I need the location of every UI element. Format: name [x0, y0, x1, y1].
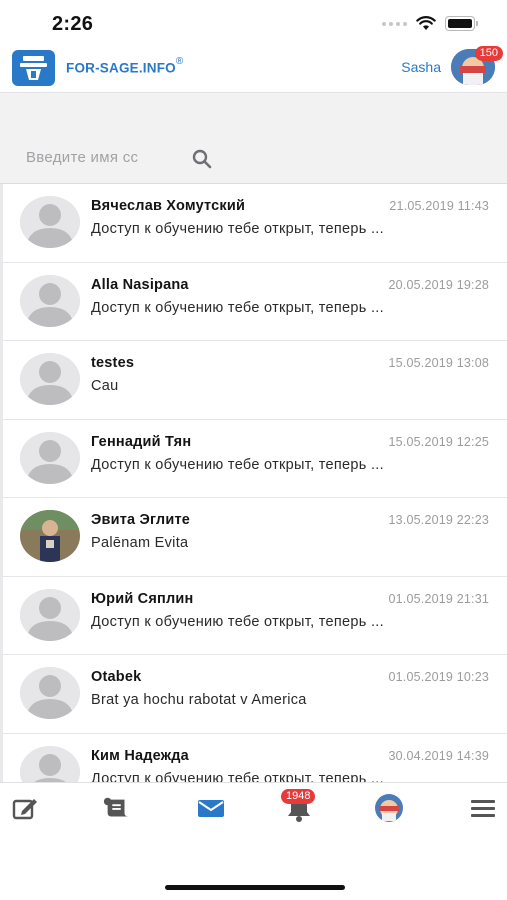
contact-avatar[interactable] — [20, 274, 80, 327]
tab-feed[interactable] — [102, 793, 132, 823]
tab-messages[interactable] — [196, 793, 226, 823]
conversation-row[interactable]: Вячеслав Хомутский 21.05.2019 11:43 Доступ… — [3, 184, 507, 263]
contact-avatar[interactable] — [20, 510, 80, 562]
message-date: 30.04.2019 14:39 — [388, 748, 489, 763]
contact-avatar[interactable] — [20, 667, 80, 719]
notifications-badge: 1948 — [281, 789, 316, 804]
tab-menu[interactable] — [468, 793, 498, 823]
status-indicators — [382, 16, 478, 31]
scroll-icon — [103, 797, 129, 817]
status-time: 2:26 — [52, 13, 94, 35]
conversation-row[interactable]: Ким Надежда 30.04.2019 14:39 Доступ к обуч… — [3, 733, 507, 783]
logo-emblem-icon — [20, 56, 47, 80]
brand-name[interactable]: FOR-SAGE.INFO® — [66, 56, 184, 76]
contact-name: Вячеслав Хомутский — [91, 198, 246, 214]
registered-mark: ® — [175, 56, 184, 67]
contact-avatar[interactable] — [20, 745, 80, 782]
profile-avatar — [375, 794, 403, 822]
search-input[interactable]: Введите имя сс — [26, 149, 138, 166]
message-preview: Brat ya hochu rabotat v America — [91, 692, 307, 708]
search-bar[interactable]: Введите имя сс — [0, 92, 507, 184]
app-logo[interactable] — [12, 50, 55, 86]
contact-name: Геннадий Тян — [91, 433, 192, 450]
message-preview: Cau — [91, 378, 119, 394]
contact-avatar[interactable] — [20, 588, 80, 641]
battery-icon — [445, 16, 478, 31]
message-preview: Доступ к обучению тебе открыт, теперь ..… — [91, 221, 384, 237]
message-date: 21.05.2019 11:43 — [389, 199, 489, 213]
bottom-tab-bar: 1948 — [0, 782, 507, 834]
tab-profile[interactable] — [374, 793, 404, 823]
contact-avatar[interactable] — [20, 431, 80, 484]
search-icon[interactable] — [192, 149, 212, 169]
tab-edit[interactable] — [11, 793, 41, 823]
conversation-row[interactable]: Эвита Эглите 13.05.2019 22:23 Palēnam Evit… — [3, 498, 507, 577]
message-date: 13.05.2019 22:23 — [388, 513, 489, 527]
contact-name: testes — [91, 355, 135, 371]
menu-icon — [471, 800, 495, 817]
contact-name: Юрий Сяплин — [91, 590, 194, 607]
message-preview: Доступ к обучению тебе открыт, теперь ..… — [91, 299, 384, 316]
signal-icon — [382, 21, 407, 26]
contact-name: Alla Nasipana — [91, 276, 189, 293]
app-header: FOR-SAGE.INFO® Sasha 150 — [0, 46, 507, 90]
message-date: 15.05.2019 13:08 — [388, 356, 489, 370]
contact-name: Ким Надежда — [91, 747, 189, 764]
conversation-row[interactable]: Alla Nasipana 20.05.2019 19:28 Доступ к об… — [3, 262, 507, 341]
wifi-icon — [416, 16, 436, 30]
conversation-row[interactable]: testes 15.05.2019 13:08 Cau — [3, 341, 507, 420]
conversation-list[interactable]: Вячеслав Хомутский 21.05.2019 11:43 Доступ… — [0, 184, 507, 782]
contact-name: Эвита Эглите — [91, 512, 191, 528]
conversation-row[interactable]: Otabek 01.05.2019 10:23 Brat ya hochu rabo… — [3, 655, 507, 734]
message-preview: Доступ к обучению тебе открыт, теперь ..… — [91, 613, 384, 630]
status-bar: 2:26 — [0, 0, 507, 46]
message-preview: Palēnam Evita — [91, 535, 189, 551]
message-date: 01.05.2019 21:31 — [388, 591, 489, 606]
edit-icon — [12, 799, 37, 820]
user-badge: 150 — [474, 46, 503, 61]
mail-icon — [198, 800, 224, 817]
message-date: 01.05.2019 10:23 — [388, 670, 489, 684]
contact-avatar[interactable] — [20, 196, 80, 248]
home-indicator[interactable] — [165, 885, 345, 890]
conversation-row[interactable]: Юрий Сяплин 01.05.2019 21:31 Доступ к обуч… — [3, 576, 507, 655]
contact-avatar[interactable] — [20, 353, 80, 405]
message-preview: Доступ к обучению тебе открыт, теперь ..… — [91, 456, 384, 473]
conversation-row[interactable]: Геннадий Тян 15.05.2019 12:25 Доступ к обу… — [3, 419, 507, 498]
username-label[interactable]: Sasha — [401, 59, 441, 75]
message-date: 20.05.2019 19:28 — [388, 277, 489, 292]
contact-name: Otabek — [91, 669, 142, 685]
message-preview: Доступ к обучению тебе открыт, теперь ..… — [91, 770, 384, 783]
message-date: 15.05.2019 12:25 — [388, 434, 489, 449]
